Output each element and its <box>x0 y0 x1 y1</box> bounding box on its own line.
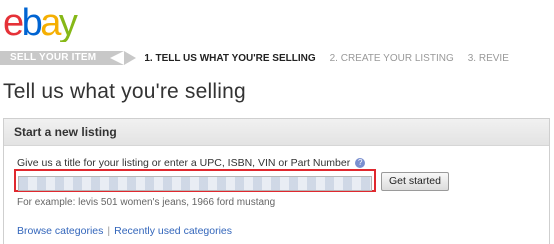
listing-title-prompt: Give us a title for your listing or ente… <box>17 157 366 169</box>
page-title: Tell us what you're selling <box>3 80 246 103</box>
title-input-highlight <box>14 169 376 192</box>
listing-title-input[interactable] <box>18 175 372 191</box>
get-started-button[interactable]: Get started <box>381 172 449 191</box>
panel-header: Start a new listing <box>4 119 549 146</box>
help-icon[interactable]: ? <box>355 158 366 169</box>
progress-steps: SELL YOUR ITEM 1. TELL US WHAT YOU'RE SE… <box>0 48 554 68</box>
browse-categories-link[interactable]: Browse categories <box>17 225 103 237</box>
link-separator: | <box>107 225 111 237</box>
ebay-logo[interactable]: ebay <box>3 2 103 42</box>
step-1-tell-us: 1. TELL US WHAT YOU'RE SELLING <box>144 52 316 64</box>
step-3-review: 3. REVIE <box>467 52 509 64</box>
svg-text:ebay: ebay <box>3 2 78 42</box>
step-2-create-listing: 2. CREATE YOUR LISTING <box>329 52 454 64</box>
recently-used-categories-link[interactable]: Recently used categories <box>114 225 232 237</box>
step-sell-your-item: SELL YOUR ITEM <box>0 51 137 65</box>
start-listing-panel: Start a new listing Give us a title for … <box>3 118 550 244</box>
prompt-text: Give us a title for your listing or ente… <box>17 157 351 169</box>
category-links: Browse categories | Recently used categori… <box>17 225 232 237</box>
example-text: For example: levis 501 women's jeans, 19… <box>17 197 276 208</box>
